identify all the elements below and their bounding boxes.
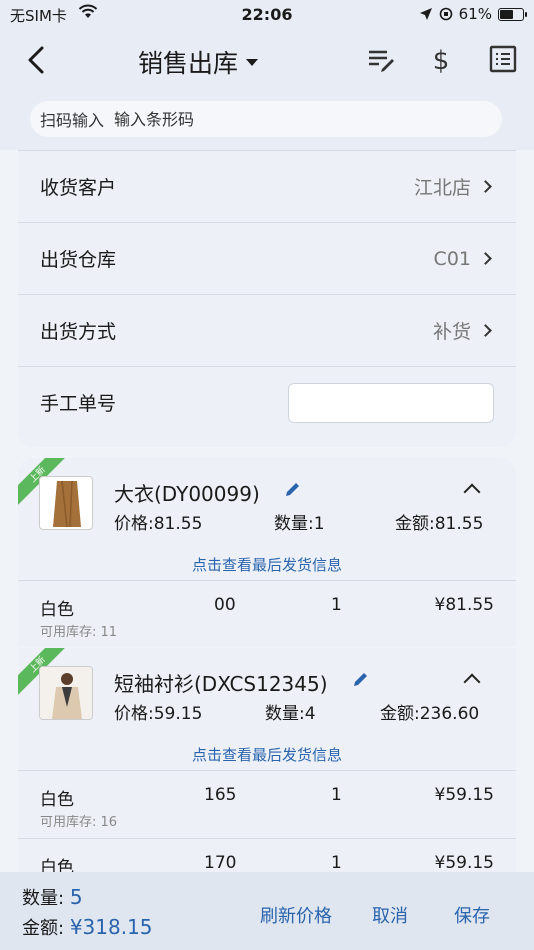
sku-color: 白色 bbox=[40, 790, 74, 810]
product-amount: 金额:236.60 bbox=[380, 704, 480, 724]
sku-qty: 1 bbox=[331, 785, 342, 805]
battery-percent: 61% bbox=[458, 5, 492, 23]
sku-price: ¥59.15 bbox=[434, 853, 494, 872]
edit-list-icon[interactable] bbox=[366, 44, 396, 74]
chevron-right-icon bbox=[479, 252, 492, 265]
sku-row[interactable]: 白色 165 1 ¥59.15 可用库存: 16 bbox=[18, 770, 516, 838]
content-scroll[interactable]: 收货客户 江北店 出货仓库 C01 出货方式 补货 手工单号 上新 大衣(DY0… bbox=[0, 150, 534, 872]
product-price: 价格:81.55 bbox=[114, 514, 203, 534]
sku-size: 00 bbox=[214, 595, 236, 615]
product-qty: 数量:4 bbox=[265, 704, 316, 724]
battery-icon bbox=[498, 7, 527, 21]
total-amount: 金额: ¥318.15 bbox=[22, 914, 153, 940]
barcode-scan-bar: 扫码输入 bbox=[30, 101, 502, 137]
sku-stock: 可用库存: 16 bbox=[40, 815, 118, 830]
last-shipment-link[interactable]: 点击查看最后发货信息 bbox=[18, 744, 516, 765]
method-row[interactable]: 出货方式 补货 bbox=[18, 294, 516, 366]
sku-size: 165 bbox=[204, 785, 237, 805]
footer-bar: 数量: 5 金额: ¥318.15 刷新价格 取消 保存 bbox=[0, 872, 534, 950]
edit-icon[interactable] bbox=[352, 670, 370, 688]
sku-color: 白色 bbox=[40, 600, 74, 620]
coat-image bbox=[53, 480, 81, 528]
list-icon[interactable] bbox=[488, 44, 518, 74]
method-value: 补货 bbox=[432, 321, 471, 343]
total-amount-label: 金额: bbox=[22, 918, 65, 939]
sku-size: 170 bbox=[204, 853, 237, 872]
cancel-button[interactable]: 取消 bbox=[372, 902, 408, 928]
product-title: 短袖衬衫(DXCS12345) bbox=[114, 672, 328, 696]
chevron-down-icon bbox=[246, 58, 259, 66]
manual-no-input[interactable] bbox=[288, 382, 494, 423]
customer-label: 收货客户 bbox=[40, 177, 117, 199]
last-shipment-link[interactable]: 点击查看最后发货信息 bbox=[18, 554, 516, 575]
customer-value: 江北店 bbox=[413, 177, 471, 199]
sku-row[interactable]: 白色 00 1 ¥81.55 可用库存: 11 bbox=[18, 580, 516, 646]
manual-no-row: 手工单号 bbox=[18, 366, 516, 438]
svg-text:$: $ bbox=[433, 46, 450, 74]
nav-bar: 销售出库 $ bbox=[0, 30, 534, 90]
sku-color: 白色 bbox=[40, 858, 74, 872]
sku-stock: 可用库存: 11 bbox=[40, 625, 118, 640]
chevron-right-icon bbox=[479, 324, 492, 337]
refresh-price-button[interactable]: 刷新价格 bbox=[260, 902, 332, 928]
total-qty: 数量: 5 bbox=[22, 884, 83, 910]
chevron-up-icon[interactable] bbox=[463, 483, 481, 501]
product-thumbnail[interactable] bbox=[39, 476, 93, 530]
scan-input-label[interactable]: 扫码输入 bbox=[30, 107, 114, 131]
edit-icon[interactable] bbox=[284, 480, 302, 498]
item-card: 上新 短袖衬衫(DXCS12345) 价格:59.15 数量:4 金额:236.… bbox=[18, 648, 516, 872]
sku-qty: 1 bbox=[331, 853, 342, 872]
warehouse-value: C01 bbox=[433, 247, 471, 270]
item-card: 上新 大衣(DY00099) 价格:81.55 数量:1 金额:81.55 点击… bbox=[18, 458, 516, 646]
save-button[interactable]: 保存 bbox=[454, 902, 490, 928]
barcode-input[interactable] bbox=[114, 109, 502, 129]
sku-price: ¥59.15 bbox=[434, 785, 494, 805]
product-price: 价格:59.15 bbox=[114, 704, 203, 724]
page-title: 销售出库 bbox=[138, 49, 239, 78]
product-title: 大衣(DY00099) bbox=[114, 482, 260, 506]
warehouse-label: 出货仓库 bbox=[40, 249, 117, 271]
order-form: 收货客户 江北店 出货仓库 C01 出货方式 补货 手工单号 bbox=[18, 150, 516, 447]
shirt-image bbox=[40, 667, 92, 719]
total-qty-value: 5 bbox=[69, 885, 83, 909]
status-bar: 无SIM卡 22:06 61% bbox=[0, 0, 534, 30]
customer-row[interactable]: 收货客户 江北店 bbox=[18, 150, 516, 222]
dollar-icon[interactable]: $ bbox=[426, 44, 456, 74]
sku-row[interactable]: 白色 170 1 ¥59.15 bbox=[18, 838, 516, 872]
page-title-dropdown[interactable]: 销售出库 bbox=[138, 44, 259, 80]
total-amount-value: ¥318.15 bbox=[69, 915, 153, 939]
product-thumbnail[interactable] bbox=[39, 666, 93, 720]
location-arrow-icon bbox=[419, 8, 432, 20]
chevron-up-icon[interactable] bbox=[463, 673, 481, 691]
product-amount: 金额:81.55 bbox=[395, 514, 484, 534]
total-qty-label: 数量: bbox=[22, 888, 65, 909]
orientation-lock-icon bbox=[439, 7, 452, 21]
warehouse-row[interactable]: 出货仓库 C01 bbox=[18, 222, 516, 294]
method-label: 出货方式 bbox=[40, 321, 117, 343]
sku-price: ¥81.55 bbox=[434, 595, 494, 615]
sku-qty: 1 bbox=[331, 595, 342, 615]
back-icon[interactable] bbox=[22, 42, 52, 78]
manual-no-label: 手工单号 bbox=[40, 393, 117, 415]
chevron-right-icon bbox=[479, 180, 492, 193]
product-qty: 数量:1 bbox=[274, 514, 325, 534]
